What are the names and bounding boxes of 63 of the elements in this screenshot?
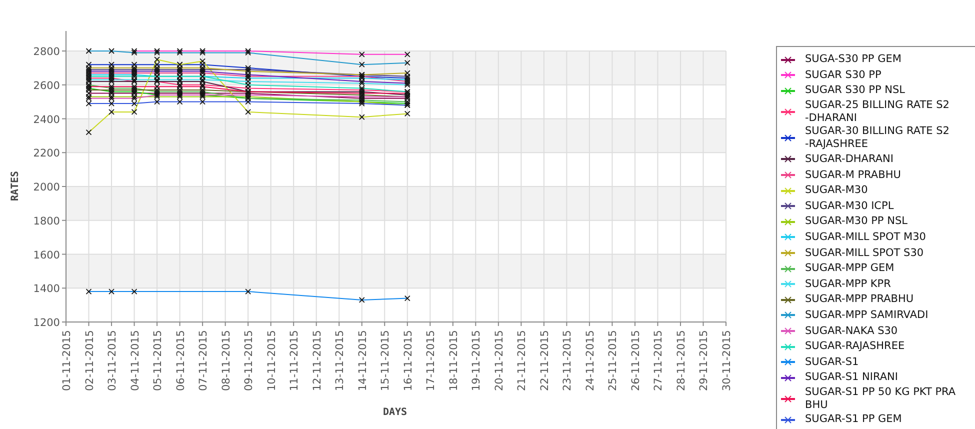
x-tick-label: 03-11-2015 — [106, 330, 119, 392]
legend-label: SUGAR-S1 PP GEM — [805, 413, 902, 426]
legend-label: SUGAR S30 PP NSL — [805, 84, 906, 98]
y-tick-label: 1400 — [33, 283, 60, 296]
legend-label: SUGAR-M30 ICPL — [805, 200, 894, 213]
x-tick-label: 04-11-2015 — [129, 330, 142, 392]
x-tick-label: 15-11-2015 — [380, 330, 392, 392]
x-tick-label: 19-11-2015 — [470, 330, 483, 392]
x-tick-label: 13-11-2015 — [334, 330, 346, 392]
legend-label: SUGA-S30 PP GEM — [805, 53, 902, 66]
legend-label: SUGAR-RAJASHREE — [805, 340, 905, 354]
x-tick-label: 20-11-2015 — [493, 330, 506, 392]
x-tick-label: 23-11-2015 — [562, 330, 574, 392]
legend-label: SUGAR-25 BILLING RATE S2 -DHARANI — [805, 98, 950, 125]
legend-label: SUGAR-30 BILLING RATE S2 -RAJASHREE — [805, 125, 950, 152]
legend-label: SUGAR-DHARANI — [805, 152, 894, 166]
legend-label: SUGAR-S1 NIRANI — [805, 371, 898, 384]
x-axis-title: DAYS — [382, 407, 408, 418]
legend-label: SUGAR-MPP KPR — [805, 278, 891, 291]
x-tick-label: 28-11-2015 — [675, 330, 688, 392]
y-tick-label: 2400 — [33, 114, 60, 126]
legend-label: SUGAR-MILL SPOT S30 — [805, 246, 924, 260]
legend-label: SUGAR-M PRABHU — [805, 168, 901, 182]
legend-label: SUGAR-MPP SAMIRVADI — [805, 308, 928, 322]
x-tick-label: 24-11-2015 — [584, 330, 596, 392]
y-tick-label: 2600 — [33, 80, 60, 92]
y-tick-label: 2000 — [33, 182, 60, 194]
legend-label: SUGAR-M30 PP NSL — [805, 215, 908, 228]
legend-label: SUGAR-MPP GEM — [805, 262, 894, 276]
y-tick-label: 1800 — [33, 215, 60, 228]
x-tick-label: 01-11-2015 — [61, 330, 73, 392]
y-tick-label: 2800 — [33, 46, 60, 58]
legend-label: SUGAR-S1 PP 50 KG PKT PRA BHU — [805, 386, 956, 412]
x-tick-label: 29-11-2015 — [698, 330, 710, 392]
y-axis-title: RATES — [10, 170, 21, 202]
x-tick-label: 08-11-2015 — [220, 330, 232, 392]
x-tick-label: 25-11-2015 — [607, 330, 620, 392]
legend-label: SUGAR-MILL SPOT M30 — [805, 230, 926, 244]
legend-label: SUGAR S30 PP — [805, 68, 882, 82]
y-tick-label: 1200 — [33, 317, 60, 329]
x-tick-label: 30-11-2015 — [721, 330, 733, 392]
x-tick-label: 14-11-2015 — [356, 330, 369, 392]
x-tick-label: 17-11-2015 — [425, 330, 438, 392]
legend-label: SUGAR-MPP PRABHU — [805, 293, 914, 306]
x-tick-label: 16-11-2015 — [402, 330, 414, 392]
x-tick-label: 12-11-2015 — [311, 330, 324, 392]
legend-label: SUGAR-S1 — [805, 356, 859, 369]
x-tick-label: 18-11-2015 — [448, 330, 460, 392]
x-tick-label: 26-11-2015 — [630, 330, 642, 392]
x-tick-label: 22-11-2015 — [538, 330, 551, 392]
x-tick-label: 27-11-2015 — [652, 330, 665, 392]
legend-label: SUGAR-NAKA S30 — [805, 324, 898, 338]
x-tick-label: 10-11-2015 — [266, 330, 278, 392]
y-tick-label: 1600 — [33, 249, 60, 262]
x-tick-label: 09-11-2015 — [243, 330, 256, 392]
x-tick-label: 21-11-2015 — [516, 330, 528, 392]
x-tick-label: 07-11-2015 — [198, 330, 210, 392]
x-tick-label: 05-11-2015 — [152, 330, 164, 392]
x-tick-label: 06-11-2015 — [174, 330, 187, 392]
x-tick-label: 02-11-2015 — [84, 330, 96, 392]
x-tick-label: 11-11-2015 — [288, 330, 301, 392]
y-tick-label: 2200 — [33, 148, 60, 160]
legend-label: SUGAR-M30 — [805, 184, 868, 198]
